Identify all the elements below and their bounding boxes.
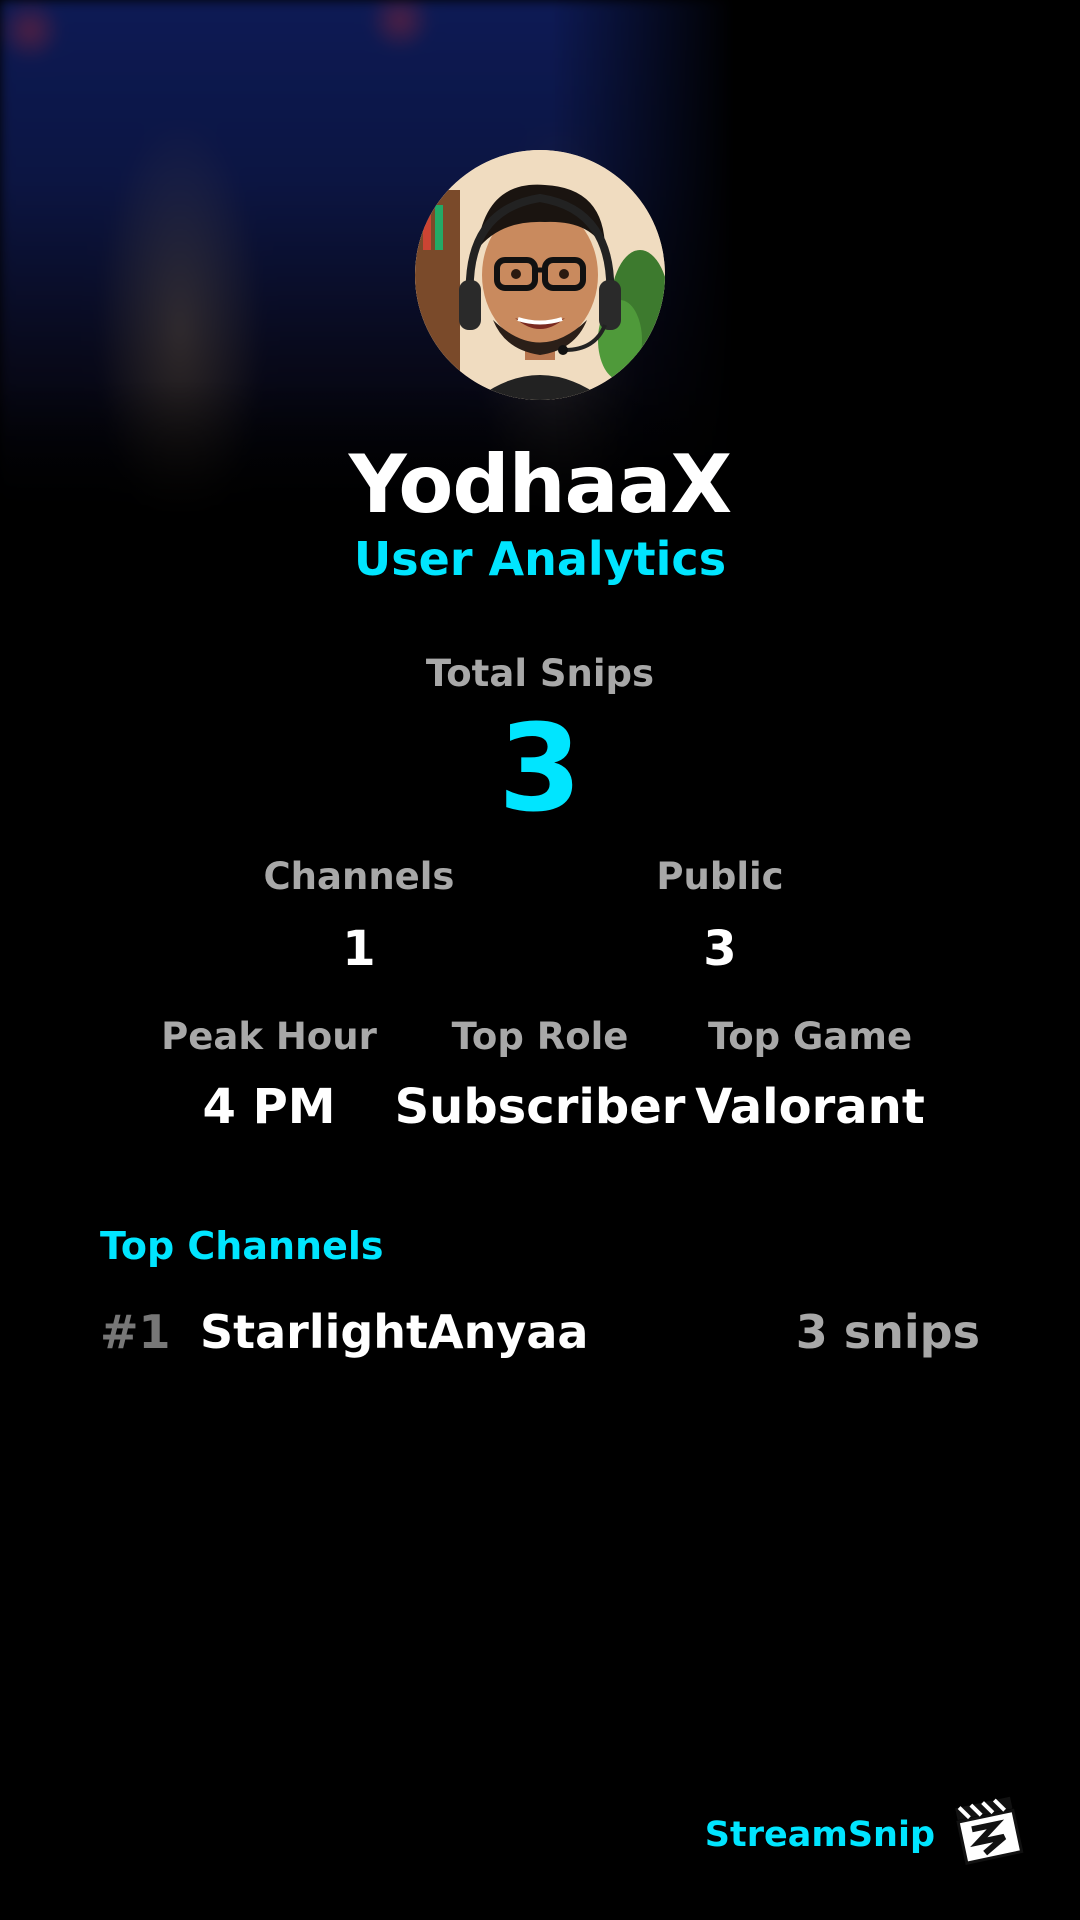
stat-label: Channels bbox=[263, 855, 455, 898]
stat-label: Peak Hour bbox=[161, 1015, 377, 1058]
stat-value: Subscriber bbox=[394, 1079, 686, 1135]
avatar-illustration bbox=[415, 150, 665, 400]
stat-peak-hour: Peak Hour 4 PM bbox=[119, 1018, 419, 1131]
top-channels-title: Top Channels bbox=[100, 1224, 384, 1268]
stat-value: Valorant bbox=[695, 1079, 925, 1135]
stat-value: 4 PM bbox=[202, 1079, 336, 1135]
stat-public: Public 3 bbox=[570, 858, 870, 973]
stat-label: Top Role bbox=[451, 1015, 629, 1058]
channel-name: StarlightAnyaa bbox=[200, 1305, 589, 1359]
username: YodhaaX bbox=[348, 438, 732, 531]
clapperboard-icon bbox=[950, 1790, 1026, 1866]
avatar bbox=[415, 150, 665, 400]
stat-label: Public bbox=[656, 855, 784, 898]
channel-rank: #1 bbox=[100, 1305, 171, 1359]
stat-top-game: Top Game Valorant bbox=[660, 1018, 960, 1131]
stat-channels: Channels 1 bbox=[209, 858, 509, 973]
page-subtitle: User Analytics bbox=[353, 532, 727, 586]
brand-name: StreamSnip bbox=[704, 1815, 935, 1855]
total-snips-value: 3 bbox=[498, 700, 582, 839]
total-snips-label: Total Snips bbox=[425, 652, 655, 695]
stat-top-role: Top Role Subscriber bbox=[390, 1018, 690, 1131]
channel-snip-count: 3 snips bbox=[795, 1305, 980, 1359]
stat-value: 1 bbox=[342, 921, 376, 977]
stat-value: 3 bbox=[703, 921, 737, 977]
stat-label: Top Game bbox=[707, 1015, 913, 1058]
